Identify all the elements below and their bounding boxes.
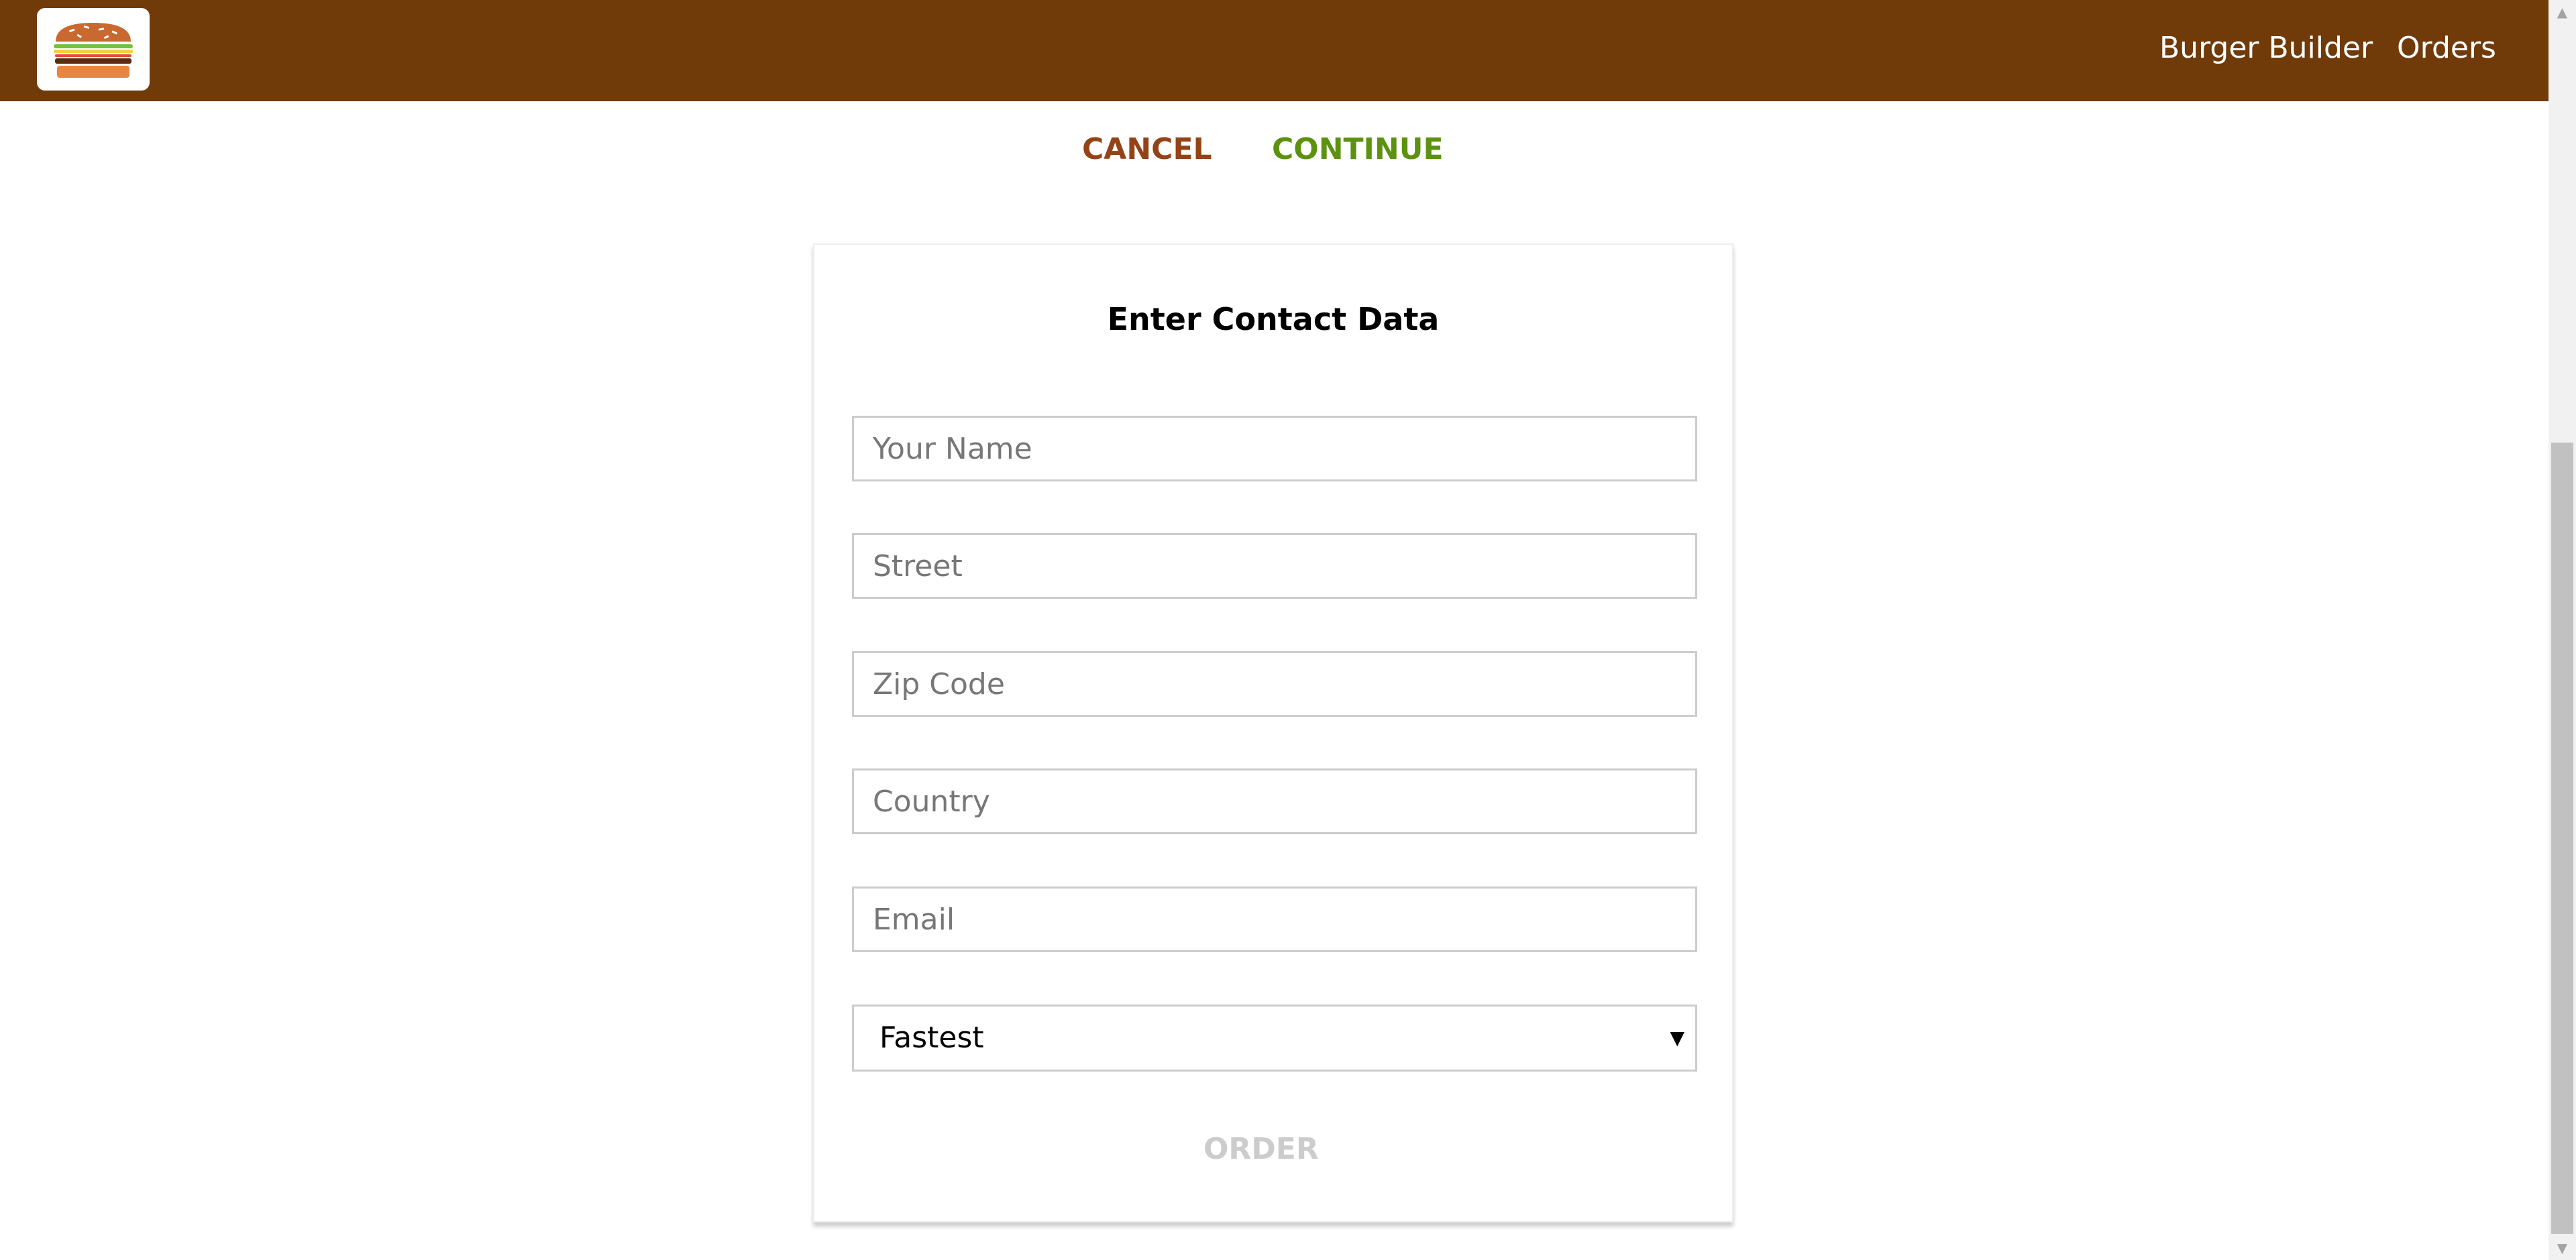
street-input[interactable] (852, 533, 1697, 599)
vertical-scrollbar[interactable]: ▲ ▼ (2548, 0, 2576, 1260)
toolbar: Burger Builder Orders (0, 0, 2548, 101)
order-button[interactable]: ORDER (1203, 1127, 1319, 1171)
nav-burger-builder[interactable]: Burger Builder (2159, 28, 2373, 68)
scroll-down-arrow-icon[interactable]: ▼ (2548, 1236, 2576, 1260)
zip-code-input[interactable] (852, 651, 1697, 717)
caret-down-icon: ▼ (1670, 1027, 1684, 1049)
cancel-button[interactable]: CANCEL (1082, 127, 1212, 172)
name-input[interactable] (852, 416, 1697, 481)
delivery-method-select[interactable]: Fastest ▼ (852, 1005, 1697, 1072)
logo[interactable] (37, 8, 150, 91)
scroll-up-arrow-icon[interactable]: ▲ (2548, 0, 2576, 24)
delivery-method-value: Fastest (879, 1021, 984, 1055)
page: Burger Builder Orders CANCEL CONTINUE En… (0, 0, 2576, 1260)
burger-logo-icon (54, 23, 133, 78)
form-title: Enter Contact Data (1107, 301, 1440, 337)
nav-orders[interactable]: Orders (2397, 28, 2496, 68)
continue-button[interactable]: CONTINUE (1272, 127, 1444, 172)
country-input[interactable] (852, 768, 1697, 834)
contact-data-card: Enter Contact Data Fastest ▼ ORDER (813, 243, 1733, 1222)
scrollbar-thumb[interactable] (2551, 443, 2573, 1234)
email-input[interactable] (852, 886, 1697, 952)
